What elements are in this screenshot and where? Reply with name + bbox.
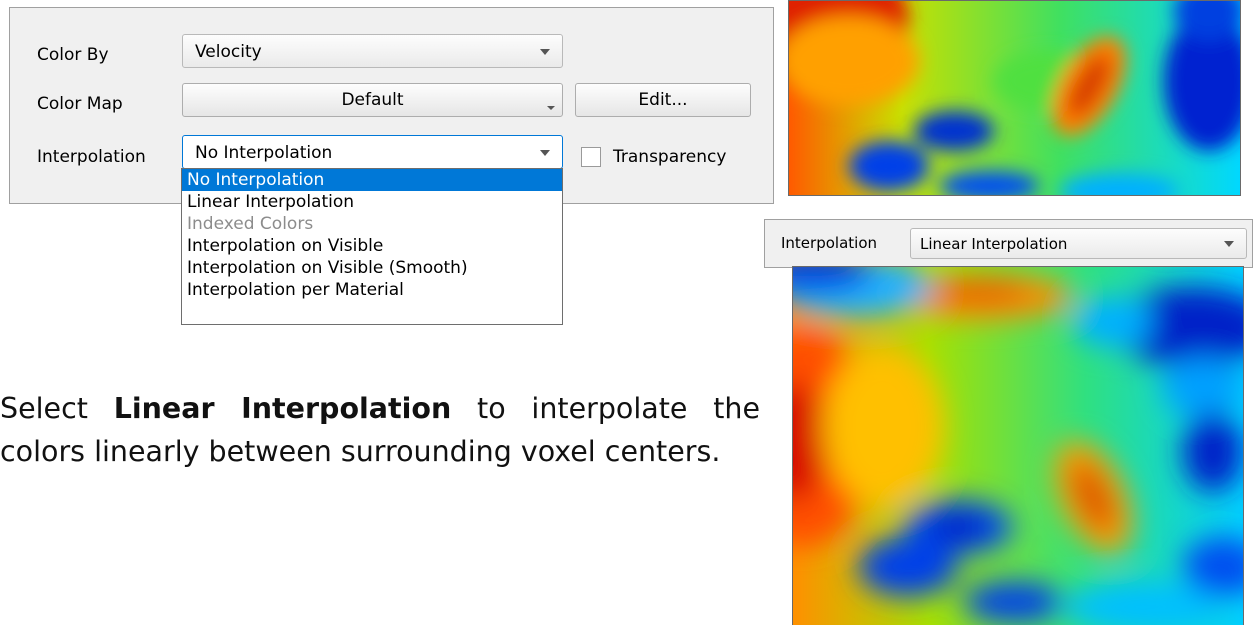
color-map-label: Color Map: [37, 94, 123, 114]
color-map-button[interactable]: Default: [182, 83, 563, 117]
edit-colormap-button[interactable]: Edit...: [575, 83, 751, 117]
interpolation-dropdown-list: No Interpolation Linear Interpolation Inde…: [181, 168, 563, 325]
interpolation-label-2: Interpolation: [781, 234, 877, 252]
interpolation-value-linear: Linear Interpolation: [920, 235, 1068, 253]
interpolation-value: No Interpolation: [195, 143, 333, 163]
dropdown-option[interactable]: Interpolation per Material: [182, 279, 562, 301]
edit-button-label: Edit...: [638, 90, 688, 110]
dropdown-option[interactable]: Interpolation on Visible: [182, 235, 562, 257]
dropdown-option[interactable]: Interpolation on Visible (Smooth): [182, 257, 562, 279]
transparency-checkbox[interactable]: [581, 147, 601, 167]
caption-lead: Select: [0, 392, 114, 425]
heatmap-linear-interpolation: [792, 266, 1244, 625]
transparency-label: Transparency: [613, 147, 727, 167]
color-by-select[interactable]: Velocity: [182, 34, 563, 68]
chevron-down-icon: [540, 150, 550, 156]
dropdown-option[interactable]: Linear Interpolation: [182, 191, 562, 213]
interpolation-label: Interpolation: [37, 147, 146, 167]
interpolation-select-linear[interactable]: Linear Interpolation: [910, 228, 1247, 259]
linear-interpolation-strip: Interpolation Linear Interpolation: [764, 219, 1253, 268]
color-by-label: Color By: [37, 45, 109, 65]
color-map-value: Default: [341, 90, 404, 110]
chevron-down-icon: [540, 49, 550, 55]
description-text: Select Linear Interpolation to interpola…: [0, 387, 760, 473]
dropdown-option[interactable]: No Interpolation: [182, 169, 562, 191]
caption-highlight: Linear Interpolation: [113, 392, 452, 425]
heatmap-no-interpolation: [788, 0, 1241, 196]
color-by-value: Velocity: [195, 42, 262, 62]
interpolation-select[interactable]: No Interpolation: [182, 135, 563, 169]
chevron-down-icon: [1224, 241, 1234, 247]
dropdown-option: Indexed Colors: [187, 214, 314, 234]
menu-indicator-icon: [547, 106, 555, 110]
